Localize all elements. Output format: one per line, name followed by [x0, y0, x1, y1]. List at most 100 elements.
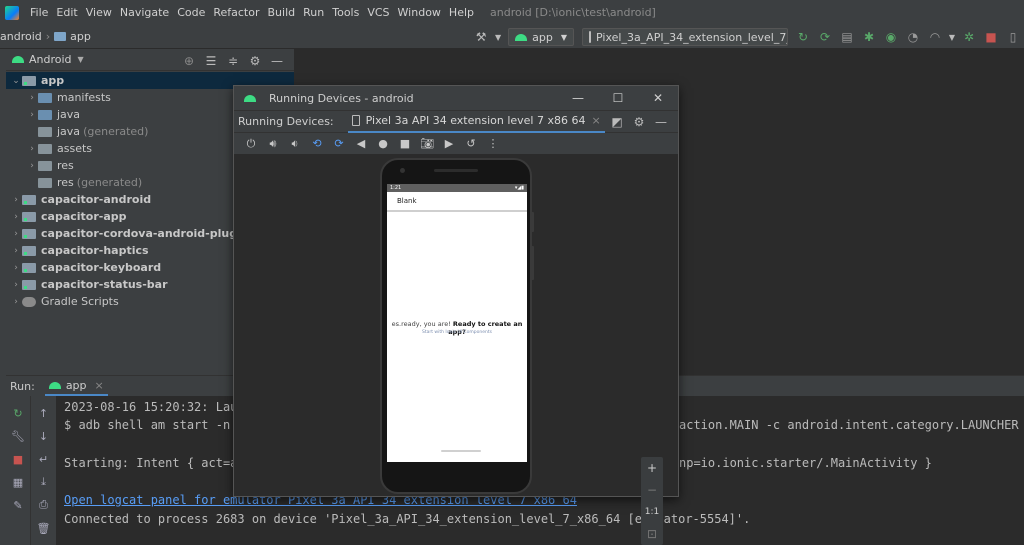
gesture-nav-pill[interactable] [441, 450, 481, 452]
rerun-icon[interactable]: ↻ [794, 28, 812, 46]
maximize-icon[interactable]: ☐ [598, 86, 638, 110]
chevron-right-icon[interactable]: › [10, 280, 22, 290]
device-tab[interactable]: Pixel 3a API 34 extension level 7 x86 64… [347, 111, 605, 133]
menu-view[interactable]: View [82, 6, 116, 19]
folder-icon [38, 177, 52, 188]
layout-icon[interactable]: ▦ [11, 475, 25, 489]
chevron-down-icon[interactable]: ⌄ [10, 76, 22, 86]
breadcrumb-root[interactable]: android [0, 30, 42, 43]
chevron-right-icon[interactable]: › [10, 297, 22, 307]
rotate-left-icon[interactable]: ⟲ [306, 133, 328, 155]
rotate-right-icon[interactable]: ⟳ [328, 133, 350, 155]
back-icon[interactable]: ◀ [350, 133, 372, 155]
chevron-right-icon[interactable]: › [26, 110, 38, 120]
tree-item-label: assets [57, 142, 93, 155]
camera-icon[interactable]: 📷︎ [416, 133, 438, 155]
window-mode-icon[interactable]: ◩ [608, 113, 626, 131]
locate-icon[interactable]: ⊕ [180, 52, 198, 70]
menu-code[interactable]: Code [173, 6, 209, 19]
menu-file[interactable]: File [26, 6, 52, 19]
menu-run[interactable]: Run [299, 6, 328, 19]
navigation-bar: android › app ⚒ ▼ app ▼ Pixel_3a_API_34_… [0, 25, 1024, 49]
running-devices-titlebar[interactable]: Running Devices - android — ☐ ✕ [234, 86, 678, 110]
arrow-up-icon[interactable]: ↑ [37, 406, 51, 420]
menu-help[interactable]: Help [445, 6, 478, 19]
menu-build[interactable]: Build [264, 6, 300, 19]
window-controls: — ☐ ✕ [558, 86, 678, 110]
project-view-select[interactable]: Android [29, 53, 72, 66]
android-icon [244, 94, 256, 102]
pin-icon[interactable]: ✎ [11, 498, 25, 512]
arrow-down-icon[interactable]: ↓ [37, 429, 51, 443]
stop-icon[interactable]: ■ [982, 28, 1000, 46]
power-icon[interactable]: ⏻ [240, 133, 262, 155]
running-devices-title: Running Devices - android [269, 91, 414, 105]
device-select[interactable]: Pixel_3a_API_34_extension_level_7_x86 [582, 28, 788, 46]
run-config-select[interactable]: app ▼ [508, 28, 574, 46]
minimize-icon[interactable]: — [558, 86, 598, 110]
device-canvas: 1:21 ▾◢▮ Blank es.ready, you are! Ready … [234, 155, 678, 545]
close-icon[interactable]: × [95, 379, 104, 392]
volume-up-icon[interactable]: 🔊︎ [262, 133, 284, 155]
ready-subtext[interactable]: Start with Ionic UI Components [387, 330, 527, 335]
chevron-right-icon[interactable]: › [10, 246, 22, 256]
chevron-right-icon[interactable]: › [26, 161, 38, 171]
chevron-right-icon[interactable]: › [10, 229, 22, 239]
hide-icon[interactable]: — [652, 113, 670, 131]
bug-icon[interactable]: ✲ [960, 28, 978, 46]
run-tab-app[interactable]: app × [44, 376, 108, 396]
trash-icon[interactable]: 🗑︎ [37, 521, 51, 535]
close-icon[interactable]: × [591, 114, 600, 127]
menu-refactor[interactable]: Refactor [209, 6, 263, 19]
chevron-right-icon[interactable]: › [10, 212, 22, 222]
home-icon[interactable]: ● [372, 133, 394, 155]
record-icon[interactable]: ▶ [438, 133, 460, 155]
collapse-all-icon[interactable]: ≑ [224, 52, 242, 70]
menu-edit[interactable]: Edit [52, 6, 81, 19]
coverage-icon[interactable]: ◠ [926, 28, 944, 46]
menu-tools[interactable]: Tools [328, 6, 363, 19]
apply-changes-icon[interactable]: ⟳ [816, 28, 834, 46]
wrench-icon[interactable]: 🔧︎ [11, 429, 25, 443]
print-icon[interactable]: ⎙ [37, 498, 51, 512]
zoom-out-button[interactable]: − [641, 479, 663, 501]
breadcrumb: android › app [0, 30, 91, 43]
overview-icon[interactable]: ■ [394, 133, 416, 155]
stop-icon[interactable]: ■ [11, 452, 25, 466]
gear-icon[interactable]: ⚙ [630, 113, 648, 131]
volume-down-icon[interactable]: 🔉︎ [284, 133, 306, 155]
dropdown-arrow-icon[interactable]: ▼ [494, 28, 502, 46]
profile-icon[interactable]: ◉ [882, 28, 900, 46]
reset-icon[interactable]: ↺ [460, 133, 482, 155]
soft-wrap-icon[interactable]: ↵ [37, 452, 51, 466]
chevron-right-icon[interactable]: › [26, 144, 38, 154]
close-icon[interactable]: ✕ [638, 86, 678, 110]
zoom-fit-icon[interactable]: ⊡ [641, 523, 663, 545]
expand-all-icon[interactable]: ☰ [202, 52, 220, 70]
device-screen[interactable]: 1:21 ▾◢▮ Blank es.ready, you are! Ready … [387, 184, 527, 462]
chevron-right-icon[interactable]: › [26, 93, 38, 103]
menu-vcs[interactable]: VCS [363, 6, 393, 19]
scroll-to-end-icon[interactable]: ⤓ [37, 475, 51, 489]
device-controls: ⏻ 🔊︎ 🔉︎ ⟲ ⟳ ◀ ● ■ 📷︎ ▶ ↺ ⋮ [234, 132, 678, 154]
front-camera [400, 168, 405, 173]
rerun-icon[interactable]: ↻ [11, 406, 25, 420]
zoom-actual-button[interactable]: 1:1 [641, 501, 663, 523]
running-devices-window: Running Devices - android — ☐ ✕ Running … [233, 85, 679, 545]
apply-code-changes-icon[interactable]: ▤ [838, 28, 856, 46]
device-manager-icon[interactable]: ▯ [1004, 28, 1022, 46]
make-project-icon[interactable]: ⚒ [472, 28, 490, 46]
attach-debugger-icon[interactable]: ◔ [904, 28, 922, 46]
zoom-in-button[interactable]: + [641, 457, 663, 479]
hide-icon[interactable]: — [268, 52, 286, 70]
gear-icon[interactable]: ⚙ [246, 52, 264, 70]
debug-icon[interactable]: ✱ [860, 28, 878, 46]
breadcrumb-module[interactable]: app [70, 30, 91, 43]
chevron-down-icon[interactable]: ▼ [78, 55, 84, 64]
chevron-right-icon[interactable]: › [10, 263, 22, 273]
menu-navigate[interactable]: Navigate [116, 6, 173, 19]
chevron-right-icon[interactable]: › [10, 195, 22, 205]
menu-window[interactable]: Window [394, 6, 445, 19]
dropdown-arrow-icon[interactable]: ▼ [948, 28, 956, 46]
more-icon[interactable]: ⋮ [482, 133, 504, 155]
